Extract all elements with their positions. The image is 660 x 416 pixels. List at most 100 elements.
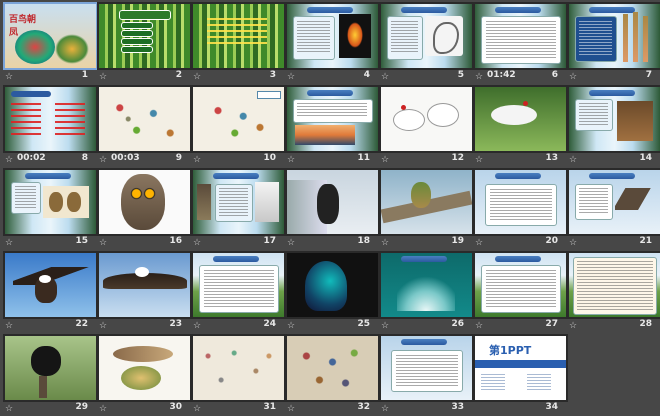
slide-thumbnail[interactable]: ☆ 25 [285,251,380,333]
slide-preview[interactable] [191,251,286,319]
slide-number: 12 [451,153,464,163]
slide-preview[interactable] [379,251,474,319]
slide-thumbnail[interactable]: ☆ 21 [567,168,660,250]
slide-thumbnail[interactable]: ☆ 17 [191,168,286,250]
slide-thumbnail[interactable]: ☆ 2 [97,2,192,84]
link-list [527,374,551,392]
slide-thumbnail[interactable]: ☆ 24 [191,251,286,333]
slide-thumbnail[interactable]: ☆ 26 [379,251,474,333]
slide-thumbnail[interactable]: 百鸟朝凤 ☆ 1 [3,2,98,84]
slide-thumbnail[interactable]: ☆ 10 [191,85,286,167]
slide-preview[interactable]: 百鸟朝凤 [3,2,98,70]
slide-thumbnail[interactable]: ☆ 11 [285,85,380,167]
text-panel [485,184,557,226]
bird-image [411,182,431,208]
slide-preview[interactable] [97,85,192,153]
slide-number: 11 [357,153,370,163]
slide-preview[interactable] [473,251,568,319]
slide-thumbnail[interactable]: ☆ 23 [97,251,192,333]
slide-preview[interactable] [379,168,474,236]
slide-number: 6 [551,70,558,80]
slide-thumbnail[interactable]: ☆ 22 [3,251,98,333]
slide-thumbnail[interactable]: ☆ 01:42 6 [473,2,568,84]
slide-thumbnail[interactable]: ☆ 20 [473,168,568,250]
text-panel [391,350,463,392]
slide-thumbnail[interactable]: ☆ 00:02 8 [3,85,98,167]
yellow-text-block [207,18,267,48]
woodpecker-image [255,182,279,222]
slide-preview[interactable] [3,251,98,319]
title-bar [589,90,635,96]
slide-thumbnail[interactable]: 第1PPT 34 [473,334,568,416]
slide-thumbnail[interactable]: ☆ 28 [567,251,660,333]
slide-preview[interactable] [567,168,660,236]
slide-thumbnail[interactable]: ☆ 29 [3,334,98,416]
title-bar [495,173,541,179]
slide-preview[interactable] [97,251,192,319]
slide-thumbnail[interactable]: ☆ 4 [285,2,380,84]
slide-number: 23 [169,319,182,329]
slide-preview[interactable] [97,2,192,70]
animation-star-icon: ☆ [475,154,484,164]
slide-preview[interactable] [285,168,380,236]
slide-preview[interactable]: 第1PPT [473,334,568,402]
slide-preview[interactable] [567,251,660,319]
title-bar [589,173,635,179]
slide-number: 9 [175,153,182,163]
slide-thumbnail[interactable]: ☆ 13 [473,85,568,167]
slide-number: 21 [639,236,652,246]
bird-image [113,346,173,362]
slide-preview[interactable] [191,334,286,402]
eagle-head [135,267,149,277]
slide-preview[interactable] [191,85,286,153]
slide-preview[interactable] [285,85,380,153]
slide-preview[interactable] [567,85,660,153]
slide-preview[interactable] [379,334,474,402]
animation-star-icon: ☆ [193,320,202,330]
slide-thumbnail[interactable]: ☆ 00:03 9 [97,85,192,167]
slide-preview[interactable] [191,2,286,70]
slide-thumbnail[interactable]: ☆ 32 [285,334,380,416]
slide-preview[interactable] [191,168,286,236]
slide-thumbnail[interactable]: ☆ 33 [379,334,474,416]
slide-preview[interactable] [567,2,660,70]
label-box [257,91,281,99]
slide-number: 13 [545,153,558,163]
slide-thumbnail[interactable]: ☆ 16 [97,168,192,250]
slide-preview[interactable] [473,85,568,153]
slide-thumbnail[interactable]: ☆ 12 [379,85,474,167]
slide-preview[interactable] [3,168,98,236]
slide-thumbnail[interactable]: ☆ 18 [285,168,380,250]
slide-preview[interactable] [97,334,192,402]
slide-preview[interactable] [379,85,474,153]
bird-image [121,366,161,390]
slide-number: 27 [545,319,558,329]
slide-thumbnail[interactable]: ☆ 3 [191,2,286,84]
slide-preview[interactable] [285,251,380,319]
slide-thumbnail[interactable]: ☆ 15 [3,168,98,250]
animation-star-icon: ☆ [381,154,390,164]
slide-preview[interactable] [285,2,380,70]
slide-preview[interactable] [379,2,474,70]
slide-thumbnail[interactable]: ☆ 5 [379,2,474,84]
phoenix-painting [15,30,55,64]
slide-thumbnail[interactable]: ☆ 30 [97,334,192,416]
birds-painting [197,91,281,147]
slide-thumbnail[interactable]: ☆ 19 [379,168,474,250]
slide-preview[interactable] [3,85,98,153]
slide-thumbnail[interactable]: ☆ 7 [567,2,660,84]
slide-preview[interactable] [285,334,380,402]
title-box [119,10,171,20]
slide-thumbnail[interactable]: ☆ 31 [191,334,286,416]
slide-preview[interactable] [473,168,568,236]
slide-number: 18 [357,236,370,246]
slide-thumbnail[interactable]: ☆ 14 [567,85,660,167]
slide-number: 16 [169,236,182,246]
slide-preview[interactable] [473,2,568,70]
menu-item [121,30,153,37]
slide-preview[interactable] [3,334,98,402]
slide-number: 22 [75,319,88,329]
slide-preview[interactable] [97,168,192,236]
slide-thumbnail[interactable]: ☆ 27 [473,251,568,333]
text-panel [293,99,373,123]
